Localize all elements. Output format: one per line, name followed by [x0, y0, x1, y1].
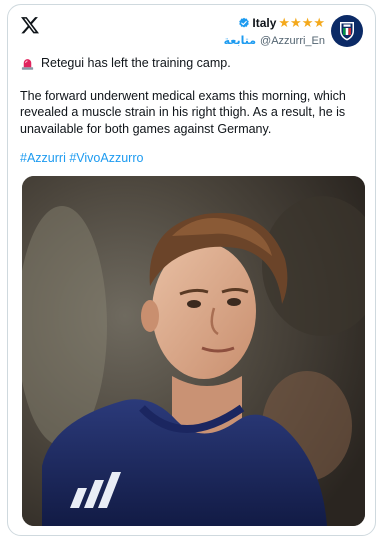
account-text: Italy ★★★★ متابعة @Azzurri_En: [224, 14, 325, 48]
account-handle-row: متابعة @Azzurri_En: [224, 34, 325, 48]
avatar[interactable]: [331, 15, 363, 47]
account-name[interactable]: Italy: [252, 16, 276, 30]
account-name-row: Italy ★★★★: [224, 14, 325, 32]
rating-stars: ★★★★: [278, 14, 325, 32]
figc-crest-icon: [340, 22, 354, 41]
post-headline: Retegui has left the training camp.: [41, 56, 231, 70]
post-text: Retegui has left the training camp. The …: [20, 55, 365, 167]
star-icon: ★: [301, 15, 314, 30]
star-icon: ★: [278, 15, 291, 30]
account-block[interactable]: Italy ★★★★ متابعة @Azzurri_En: [224, 13, 363, 49]
star-icon: ★: [313, 15, 325, 30]
account-handle[interactable]: @Azzurri_En: [260, 35, 325, 47]
post-line-1: Retegui has left the training camp.: [20, 55, 365, 72]
player-photo: [22, 176, 365, 526]
hashtags: #Azzurri #VivoAzzurro: [20, 150, 365, 167]
hashtag-azzurri[interactable]: #Azzurri: [20, 151, 66, 165]
post-media[interactable]: [22, 176, 365, 526]
follow-button[interactable]: متابعة: [224, 35, 256, 47]
hashtag-vivoazzurro[interactable]: #VivoAzzurro: [69, 151, 143, 165]
star-icon: ★: [290, 15, 302, 30]
verified-badge-icon: [239, 17, 250, 28]
post-paragraph: The forward underwent medical exams this…: [20, 88, 346, 136]
rotating-light-icon: [21, 58, 34, 70]
tweet-card[interactable]: Italy ★★★★ متابعة @Azzurri_En Retegui ha…: [7, 4, 376, 536]
x-logo-icon[interactable]: [20, 15, 40, 35]
